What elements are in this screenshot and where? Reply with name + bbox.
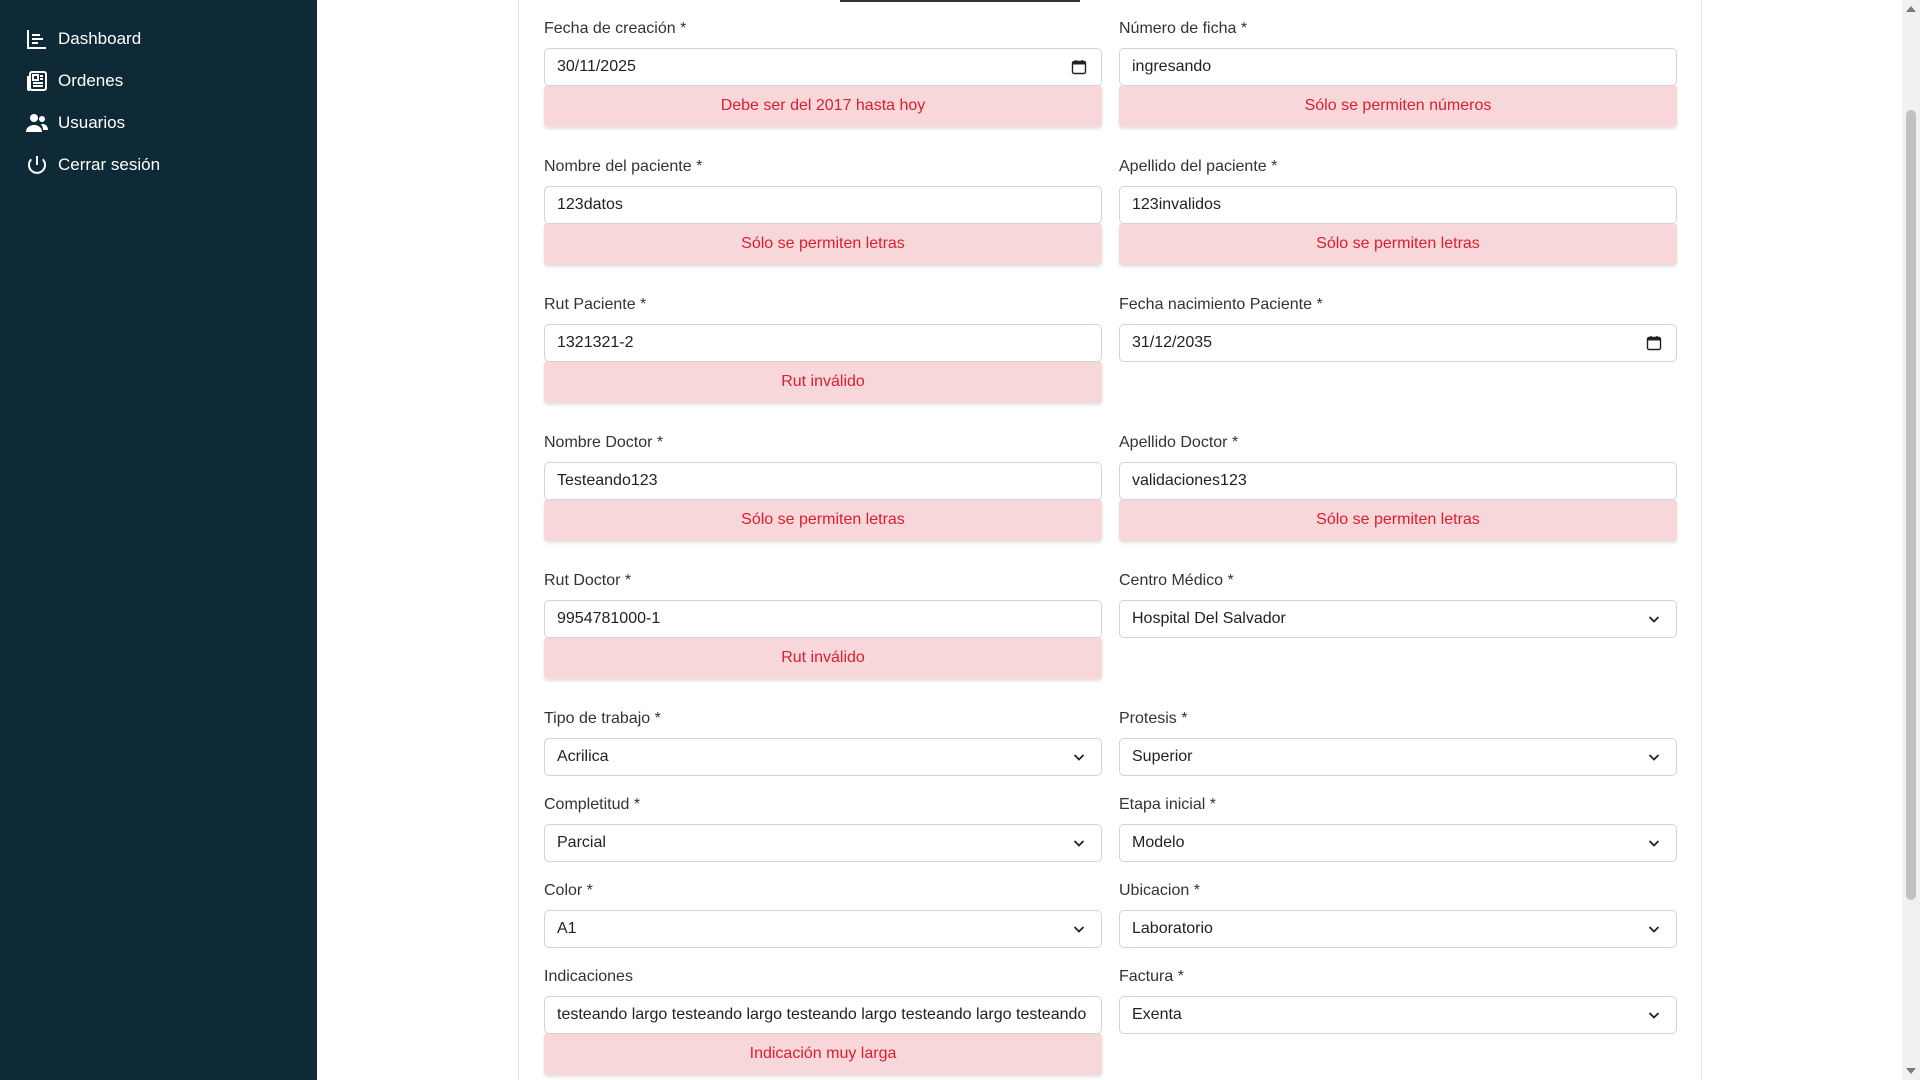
sidebar-item-label: Cerrar sesión <box>58 155 161 174</box>
field-label: Indicaciones <box>544 968 633 985</box>
field-label: Apellido del paciente * <box>1119 158 1278 175</box>
users-icon <box>24 110 50 136</box>
field-label: Ubicacion * <box>1119 882 1200 899</box>
field-rut-paciente: Rut Paciente * 1321321-2 Rut inválido <box>544 295 1102 403</box>
field-fecha-creacion: Fecha de creación * 30/11/2025 Debe ser … <box>544 19 1102 127</box>
rut-paciente-error: Rut inválido <box>544 361 1102 403</box>
field-label: Protesis * <box>1119 710 1188 727</box>
numero-ficha-error: Sólo se permiten números <box>1119 85 1677 127</box>
page-scrollbar[interactable] <box>1902 0 1920 1080</box>
chevron-down-icon <box>1069 833 1089 853</box>
nombre-doctor-input[interactable]: Testeando123 <box>544 462 1102 500</box>
field-label: Número de ficha * <box>1119 20 1248 37</box>
scroll-up-arrow[interactable] <box>1906 6 1916 12</box>
field-label: Factura * <box>1119 968 1184 985</box>
scroll-down-arrow[interactable] <box>1906 1068 1916 1074</box>
rut-doctor-error: Rut inválido <box>544 637 1102 679</box>
apellido-doctor-input[interactable]: validaciones123 <box>1119 462 1677 500</box>
field-label: Fecha de creación * <box>544 20 687 37</box>
fecha-creacion-input[interactable]: 30/11/2025 <box>544 48 1102 86</box>
sidebar: Dashboard Ordenes Usuarios Cerrar sesión <box>0 0 317 1080</box>
numero-ficha-input[interactable]: ingresando <box>1119 48 1677 86</box>
protesis-select[interactable]: Superior <box>1119 738 1677 776</box>
sidebar-item-label: Ordenes <box>58 71 124 90</box>
field-nombre-paciente: Nombre del paciente * 123datos Sólo se p… <box>544 157 1102 265</box>
apellido-paciente-input[interactable]: 123invalidos <box>1119 186 1677 224</box>
color-select[interactable]: A1 <box>544 910 1102 948</box>
rut-paciente-input[interactable]: 1321321-2 <box>544 324 1102 362</box>
field-label: Etapa inicial * <box>1119 796 1216 813</box>
etapa-inicial-select[interactable]: Modelo <box>1119 824 1677 862</box>
field-completitud: Completitud * Parcial <box>544 795 1102 862</box>
field-label: Color * <box>544 882 593 899</box>
chevron-down-icon <box>1644 919 1664 939</box>
calendar-icon[interactable] <box>1069 57 1089 77</box>
sidebar-item-cerrar-sesion[interactable]: Cerrar sesión <box>0 144 317 186</box>
completitud-select[interactable]: Parcial <box>544 824 1102 862</box>
nombre-doctor-error: Sólo se permiten letras <box>544 499 1102 541</box>
field-apellido-paciente: Apellido del paciente * 123invalidos Sól… <box>1119 157 1677 265</box>
field-centro-medico: Centro Médico * Hospital Del Salvador <box>1119 571 1677 638</box>
chevron-down-icon <box>1644 833 1664 853</box>
field-color: Color * A1 <box>544 881 1102 948</box>
field-numero-ficha: Número de ficha * ingresando Sólo se per… <box>1119 19 1677 127</box>
tipo-trabajo-select[interactable]: Acrilica <box>544 738 1102 776</box>
chevron-down-icon <box>1644 1005 1664 1025</box>
fecha-nacimiento-input[interactable]: 31/12/2035 <box>1119 324 1677 362</box>
indicaciones-error: Indicación muy larga <box>544 1033 1102 1075</box>
sidebar-item-ordenes[interactable]: Ordenes <box>0 60 317 102</box>
field-label: Centro Médico * <box>1119 572 1234 589</box>
fecha-creacion-error: Debe ser del 2017 hasta hoy <box>544 85 1102 127</box>
ubicacion-select[interactable]: Laboratorio <box>1119 910 1677 948</box>
field-apellido-doctor: Apellido Doctor * validaciones123 Sólo s… <box>1119 433 1677 541</box>
sidebar-item-usuarios[interactable]: Usuarios <box>0 102 317 144</box>
field-label: Nombre del paciente * <box>544 158 703 175</box>
chevron-down-icon <box>1644 747 1664 767</box>
field-factura: Factura * Exenta <box>1119 967 1677 1034</box>
scrollbar-thumb[interactable] <box>1906 110 1916 900</box>
field-rut-doctor: Rut Doctor * 9954781000-1 Rut inválido <box>544 571 1102 679</box>
dashboard-icon <box>24 26 50 52</box>
field-label: Apellido Doctor * <box>1119 434 1239 451</box>
field-label: Fecha nacimiento Paciente * <box>1119 296 1323 313</box>
chevron-down-icon <box>1069 919 1089 939</box>
field-label: Completitud * <box>544 796 641 813</box>
field-label: Rut Paciente * <box>544 296 647 313</box>
centro-medico-select[interactable]: Hospital Del Salvador <box>1119 600 1677 638</box>
apellido-doctor-error: Sólo se permiten letras <box>1119 499 1677 541</box>
nombre-paciente-input[interactable]: 123datos <box>544 186 1102 224</box>
field-protesis: Protesis * Superior <box>1119 709 1677 776</box>
chevron-down-icon <box>1069 747 1089 767</box>
field-nombre-doctor: Nombre Doctor * Testeando123 Sólo se per… <box>544 433 1102 541</box>
field-fecha-nacimiento: Fecha nacimiento Paciente * 31/12/2035 <box>1119 295 1677 362</box>
field-label: Tipo de trabajo * <box>544 710 661 727</box>
field-label: Nombre Doctor * <box>544 434 664 451</box>
power-icon <box>24 152 50 178</box>
top-tab-indicator <box>840 0 1080 2</box>
nombre-paciente-error: Sólo se permiten letras <box>544 223 1102 265</box>
orders-icon <box>24 68 50 94</box>
sidebar-item-label: Usuarios <box>58 113 126 132</box>
factura-select[interactable]: Exenta <box>1119 996 1677 1034</box>
sidebar-item-dashboard[interactable]: Dashboard <box>0 18 317 60</box>
chevron-down-icon <box>1644 609 1664 629</box>
rut-doctor-input[interactable]: 9954781000-1 <box>544 600 1102 638</box>
field-label: Rut Doctor * <box>544 572 632 589</box>
field-ubicacion: Ubicacion * Laboratorio <box>1119 881 1677 948</box>
field-indicaciones: Indicaciones testeando largo testeando l… <box>544 967 1102 1075</box>
field-tipo-trabajo: Tipo de trabajo * Acrilica <box>544 709 1102 776</box>
calendar-icon[interactable] <box>1644 333 1664 353</box>
indicaciones-input[interactable]: testeando largo testeando largo testeand… <box>544 996 1102 1034</box>
apellido-paciente-error: Sólo se permiten letras <box>1119 223 1677 265</box>
field-etapa-inicial: Etapa inicial * Modelo <box>1119 795 1677 862</box>
order-form-card: Fecha de creación * 30/11/2025 Debe ser … <box>518 0 1702 1080</box>
sidebar-item-label: Dashboard <box>58 29 142 48</box>
